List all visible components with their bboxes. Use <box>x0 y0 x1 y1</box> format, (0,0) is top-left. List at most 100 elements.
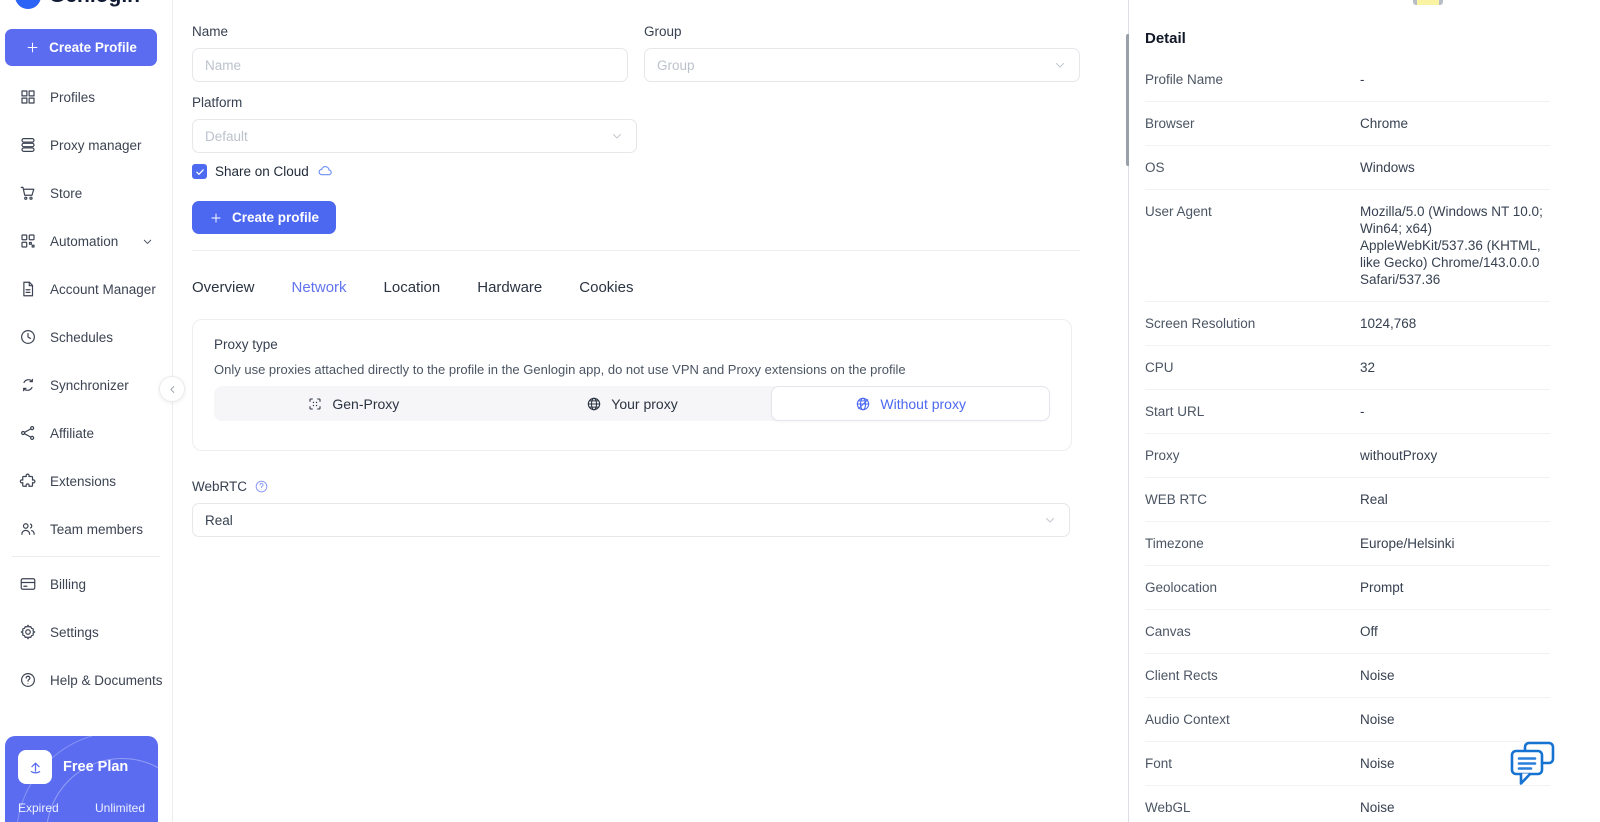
plan-card[interactable]: Free Plan Expired Unlimited <box>5 736 158 822</box>
plus-icon <box>209 211 223 225</box>
detail-row-proxy: Proxy withoutProxy <box>1145 434 1550 478</box>
plan-quota: Unlimited <box>94 801 145 815</box>
detail-row-client-rects: Client Rects Noise <box>1145 654 1550 698</box>
detail-row-timezone: Timezone Europe/Helsinki <box>1145 522 1550 566</box>
users-icon <box>19 520 37 538</box>
name-field-group: Name <box>192 24 628 82</box>
upgrade-plan-badge <box>18 750 52 784</box>
group-select[interactable]: Group <box>644 48 1080 82</box>
chevron-down-icon <box>610 129 624 143</box>
detail-row-font: Font Noise <box>1145 742 1550 786</box>
detail-row-start-url: Start URL - <box>1145 390 1550 434</box>
chevron-down-icon <box>1053 58 1067 72</box>
create-profile-button[interactable]: Create Profile <box>5 29 157 66</box>
cloud-icon <box>317 163 334 180</box>
create-profile-submit-button[interactable]: Create profile <box>192 201 337 234</box>
top-edge-badge <box>1413 0 1443 5</box>
app-logo: Genlogin <box>15 0 140 9</box>
detail-row-user-agent: User Agent Mozilla/5.0 (Windows NT 10.0;… <box>1145 190 1550 302</box>
sidebar-item-settings[interactable]: Settings <box>0 608 172 656</box>
proxy-option-without-proxy[interactable]: Without proxy <box>771 386 1051 421</box>
clock-icon <box>19 328 37 346</box>
automation-icon <box>19 232 37 250</box>
detail-row-webgl: WebGL Noise <box>1145 786 1550 822</box>
sidebar-item-proxy-manager[interactable]: Proxy manager <box>0 121 172 169</box>
sidebar-item-help-documents[interactable]: Help & Documents <box>0 656 172 704</box>
tab-network[interactable]: Network <box>292 279 347 296</box>
tab-cookies[interactable]: Cookies <box>579 279 633 296</box>
check-icon <box>195 167 205 177</box>
webrtc-label: WebRTC <box>192 479 248 494</box>
document-icon <box>19 280 37 298</box>
globe-off-icon <box>855 396 871 412</box>
sidebar-item-schedules[interactable]: Schedules <box>0 313 172 361</box>
tab-hardware[interactable]: Hardware <box>477 279 542 296</box>
proxy-option-your-proxy[interactable]: Your proxy <box>493 386 772 421</box>
grid-icon <box>19 88 37 106</box>
share-on-cloud-label: Share on Cloud <box>215 164 309 179</box>
sidebar-item-profiles[interactable]: Profiles <box>0 73 172 121</box>
detail-row-browser: Browser Chrome <box>1145 102 1550 146</box>
sidebar-nav: Profiles Proxy manager Store Automation <box>0 73 172 704</box>
group-label: Group <box>644 24 682 39</box>
detail-row-audio-context: Audio Context Noise <box>1145 698 1550 742</box>
card-icon <box>19 575 37 593</box>
detail-panel: Detail Profile Name - Browser Chrome OS … <box>1129 0 1600 822</box>
platform-label: Platform <box>192 95 243 110</box>
sidebar-item-billing[interactable]: Billing <box>0 560 172 608</box>
share-on-cloud-checkbox[interactable] <box>192 164 207 179</box>
sidebar-item-extensions[interactable]: Extensions <box>0 457 172 505</box>
sidebar-item-team-members[interactable]: Team members <box>0 505 172 553</box>
sidebar-item-affiliate[interactable]: Affiliate <box>0 409 172 457</box>
affiliate-icon <box>19 424 37 442</box>
detail-row-web-rtc: WEB RTC Real <box>1145 478 1550 522</box>
proxy-type-card: Proxy type Only use proxies attached dir… <box>192 319 1072 451</box>
sidebar-item-synchronizer[interactable]: Synchronizer <box>0 361 172 409</box>
cart-icon <box>19 184 37 202</box>
name-label: Name <box>192 24 229 39</box>
group-field-group: Group Group <box>644 24 1080 82</box>
globe-icon <box>586 396 602 412</box>
help-icon <box>19 671 37 689</box>
proxy-option-gen-proxy[interactable]: Gen-Proxy <box>214 386 493 421</box>
detail-panel-title: Detail <box>1145 30 1186 47</box>
proxy-type-segments: Gen-Proxy Your proxy Without proxy <box>214 386 1051 421</box>
sidebar-collapse-button[interactable] <box>159 376 185 402</box>
detail-row-profile-name: Profile Name - <box>1145 58 1550 102</box>
sidebar-item-account-manager[interactable]: Account Manager <box>0 265 172 313</box>
server-icon <box>19 136 37 154</box>
proxy-type-description: Only use proxies attached directly to th… <box>214 362 906 377</box>
upgrade-icon <box>26 758 45 777</box>
platform-select[interactable]: Default <box>192 119 637 153</box>
proxy-type-title: Proxy type <box>214 337 278 352</box>
detail-row-os: OS Windows <box>1145 146 1550 190</box>
webrtc-select[interactable]: Real <box>192 503 1070 537</box>
detail-row-geolocation: Geolocation Prompt <box>1145 566 1550 610</box>
detail-row-canvas: Canvas Off <box>1145 610 1550 654</box>
chevron-down-icon <box>141 235 154 248</box>
genproxy-icon <box>307 396 323 412</box>
detail-row-cpu: CPU 32 <box>1145 346 1550 390</box>
chevron-down-icon <box>1043 513 1057 527</box>
tab-location[interactable]: Location <box>384 279 441 296</box>
puzzle-icon <box>19 472 37 490</box>
help-circle-icon[interactable] <box>254 479 269 494</box>
name-input[interactable] <box>192 48 628 82</box>
platform-field-group: Platform Default <box>192 95 637 153</box>
gear-icon <box>19 623 37 641</box>
plan-name: Free Plan <box>63 759 129 775</box>
logo-text: Genlogin <box>49 0 140 8</box>
detail-row-screen-resolution: Screen Resolution 1024,768 <box>1145 302 1550 346</box>
sidebar: Genlogin Create Profile Profiles Proxy m… <box>0 0 185 822</box>
content-divider <box>192 250 1080 251</box>
sync-icon <box>19 376 37 394</box>
sidebar-item-store[interactable]: Store <box>0 169 172 217</box>
tab-overview[interactable]: Overview <box>192 279 255 296</box>
profile-tabs: Overview Network Location Hardware Cookies <box>192 279 1129 296</box>
sidebar-item-automation[interactable]: Automation <box>0 217 172 265</box>
chat-widget-button[interactable] <box>1508 740 1556 787</box>
main-content: Name Group Group Platform Default S <box>173 0 1129 822</box>
sidebar-divider <box>12 556 160 557</box>
plus-icon <box>25 40 40 55</box>
plan-status: Expired <box>18 801 59 815</box>
